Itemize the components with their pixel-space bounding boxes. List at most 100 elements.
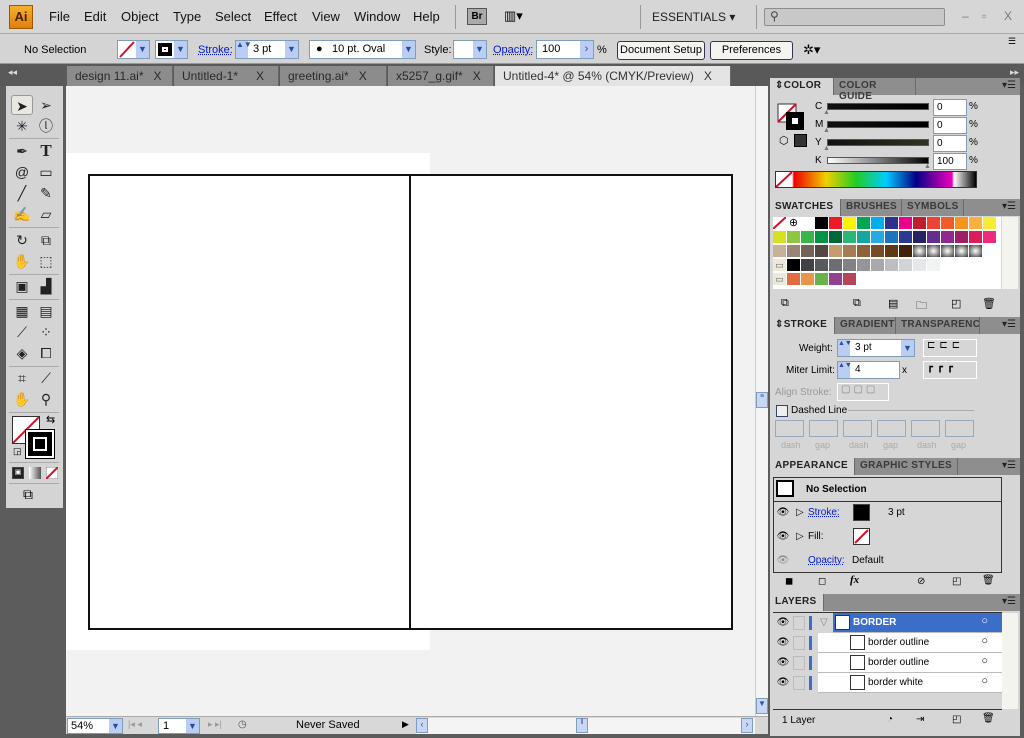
swatch[interactable] (955, 217, 969, 230)
tab-swatches[interactable]: SWATCHES (770, 199, 841, 216)
fill-none-swatch[interactable] (853, 528, 870, 545)
eyedropper-tool-icon[interactable]: ⟋ (11, 322, 33, 342)
slice-tool-icon[interactable]: ⟋ (35, 368, 57, 388)
swap-fill-stroke-icon[interactable]: ⇆ (46, 413, 55, 426)
swatch[interactable] (899, 217, 913, 230)
bridge-button[interactable]: Br (467, 8, 487, 25)
panel-menu-icon[interactable]: ▾☰ (1002, 596, 1016, 607)
channel-input-m[interactable]: 0 (933, 117, 967, 134)
swatch[interactable] (955, 231, 969, 244)
eye-icon[interactable]: 👁 (775, 637, 791, 648)
swatch[interactable] (899, 231, 913, 244)
swatch[interactable] (885, 217, 899, 230)
swatch[interactable] (801, 217, 815, 230)
blob-brush-tool-icon[interactable]: ✍ (11, 204, 33, 224)
swatch[interactable] (787, 231, 801, 244)
swatch[interactable] (857, 245, 871, 258)
tab-gradient[interactable]: GRADIENT (835, 317, 896, 334)
channel-slider-m[interactable] (827, 121, 929, 128)
stepper-icon[interactable]: ▲▼ (838, 340, 852, 356)
swatch[interactable] (843, 231, 857, 244)
zoom-dropdown[interactable]: 54% ▼ (67, 718, 123, 734)
swatch[interactable] (815, 217, 829, 230)
swatch[interactable] (969, 245, 983, 258)
close-icon[interactable]: X (359, 69, 367, 83)
tab-color[interactable]: ⇕COLOR (770, 78, 834, 95)
swatch[interactable] (983, 231, 997, 244)
swatch[interactable] (871, 217, 885, 230)
artboard-tool-icon[interactable]: ⌗ (11, 368, 33, 388)
swatch[interactable] (941, 245, 955, 258)
collapse-left-icon[interactable]: ◂◂ (8, 67, 17, 78)
border-outline-right[interactable] (409, 174, 733, 630)
swatch[interactable] (801, 259, 815, 272)
warp-tool-icon[interactable]: ✋ (11, 251, 33, 271)
lock-toggle[interactable] (793, 636, 805, 650)
fill-stroke-proxy[interactable] (777, 103, 807, 131)
selection-tool-icon[interactable]: ➤ (11, 95, 33, 115)
brush-dropdown[interactable]: ● 10 pt. Oval ▼ (309, 40, 416, 59)
live-paint-selection-tool-icon[interactable]: ⧠ (35, 343, 57, 363)
swatch[interactable] (843, 259, 857, 272)
stroke-weight-field[interactable]: ▲▼ 3 pt ▼ (235, 40, 299, 59)
scroll-thumb[interactable]: ≡ (756, 392, 768, 408)
menu-help[interactable]: Help (413, 9, 440, 24)
swatch[interactable] (983, 217, 997, 230)
channel-slider-k[interactable] (827, 157, 929, 164)
scroll-right-icon[interactable]: › (741, 718, 753, 733)
swatch-libraries-icon[interactable]: ⧉ (781, 297, 789, 310)
swatch[interactable] (829, 259, 843, 272)
swatch[interactable] (857, 231, 871, 244)
tab-appearance[interactable]: APPEARANCE (770, 458, 855, 475)
lock-toggle[interactable] (793, 676, 805, 690)
slider-handle-icon[interactable]: ▲ (823, 127, 830, 134)
none-color-icon[interactable] (776, 172, 792, 187)
gap-field[interactable] (945, 420, 974, 437)
expand-triangle-icon[interactable]: ▷ (796, 531, 804, 542)
swatch[interactable] (815, 259, 829, 272)
slider-handle-icon[interactable]: ▲ (924, 163, 931, 170)
channel-input-k[interactable]: 100 (933, 153, 967, 170)
minimize-button[interactable]: – (962, 9, 969, 23)
type-tool-icon[interactable]: T (35, 141, 57, 161)
swatch[interactable] (941, 217, 955, 230)
style-dropdown[interactable]: ▼ (453, 40, 487, 59)
stroke-color-dropdown[interactable]: ▼ (155, 40, 188, 59)
menu-window[interactable]: Window (354, 9, 400, 24)
color-group-folder-icon[interactable]: ▭ (773, 259, 787, 272)
panel-menu-icon[interactable]: ▾☰ (1002, 460, 1016, 471)
swatch[interactable] (941, 231, 955, 244)
eye-icon[interactable]: 👁 (775, 531, 791, 542)
eye-icon[interactable]: 👁 (775, 617, 791, 628)
swatch[interactable] (885, 259, 899, 272)
trash-icon[interactable]: 🗑 (982, 297, 996, 310)
eye-icon[interactable]: 👁 (775, 555, 791, 566)
page-dropdown[interactable]: 1 ▼ (158, 718, 200, 734)
new-swatch-icon[interactable]: ◰ (951, 297, 961, 310)
trash-icon[interactable]: 🗑 (982, 575, 995, 586)
maximize-button[interactable]: ▫ (982, 9, 986, 23)
swatch[interactable] (885, 231, 899, 244)
blend-tool-icon[interactable]: ⁘ (35, 322, 57, 342)
menu-type[interactable]: Type (173, 9, 201, 24)
swatch[interactable] (871, 259, 885, 272)
channel-slider-c[interactable] (827, 103, 929, 110)
tab-graphic-styles[interactable]: GRAPHIC STYLES (855, 458, 958, 475)
swatch[interactable] (773, 245, 787, 258)
layers-scrollbar[interactable] (1002, 613, 1018, 709)
swatch[interactable] (787, 245, 801, 258)
tab-untitled-4[interactable]: Untitled-4* @ 54% (CMYK/Preview) X (495, 66, 731, 86)
eye-icon[interactable]: 👁 (775, 657, 791, 668)
tab-design-11[interactable]: design 11.ai* X (67, 66, 173, 86)
lasso-tool-icon[interactable]: ⓛ (35, 116, 57, 136)
swatch[interactable] (829, 231, 843, 244)
target-circle-icon[interactable]: ○ (981, 635, 988, 647)
swatch[interactable] (899, 259, 913, 272)
color-group-folder-icon[interactable]: ▭ (773, 273, 787, 286)
weight-field[interactable]: ▲▼ 3 pt ▼ (837, 339, 915, 357)
layer-row[interactable]: BORDER ○ (833, 613, 1002, 633)
swatch[interactable]: ⊕ (787, 217, 801, 230)
none-mode-icon[interactable] (46, 467, 58, 479)
isolate-selection-icon[interactable]: ✲▾ (803, 42, 820, 58)
status-menu-icon[interactable]: ▶ (402, 719, 409, 730)
